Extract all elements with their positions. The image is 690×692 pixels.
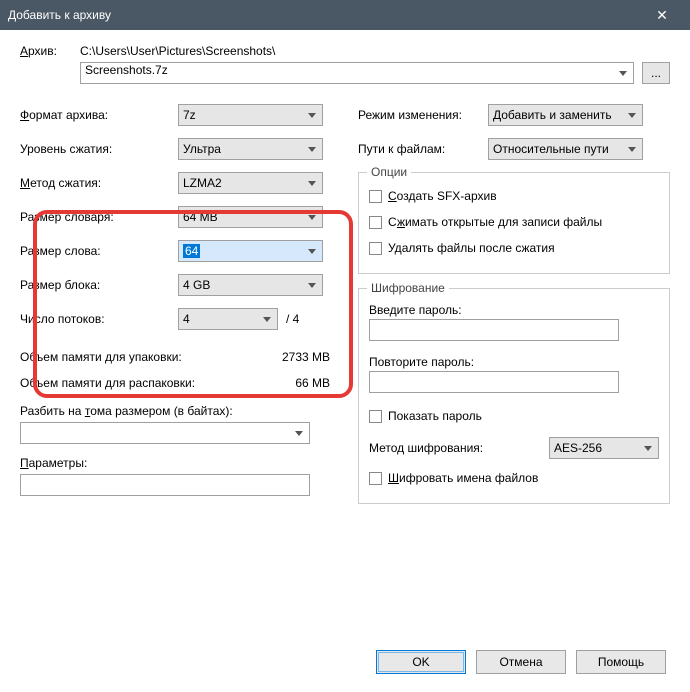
dialog-window: Добавить к архиву ✕ Архив: C:\Users\User… xyxy=(0,0,690,692)
shared-label: Сжимать открытые для записи файлы xyxy=(388,215,602,229)
method-combo[interactable]: LZMA2 xyxy=(178,172,323,194)
mem-pack-label: Объем памяти для упаковки: xyxy=(20,350,182,364)
window-title: Добавить к архиву xyxy=(8,8,642,22)
mem-unpack-label: Объем памяти для распаковки: xyxy=(20,376,195,390)
options-fieldset: Опции Создать SFX-архив Сжимать открытые… xyxy=(358,172,670,274)
right-column: Режим изменения: Добавить и заменить Пут… xyxy=(358,98,670,504)
format-label: Формат архива: xyxy=(20,108,178,122)
archive-label: Архив: xyxy=(20,44,80,58)
level-combo[interactable]: Ультра xyxy=(178,138,323,160)
threads-label: Число потоков: xyxy=(20,312,178,326)
button-row: OK Отмена Помощь xyxy=(376,650,666,674)
enc-method-label: Метод шифрования: xyxy=(369,441,483,455)
mode-combo[interactable]: Добавить и заменить xyxy=(488,104,643,126)
level-label: Уровень сжатия: xyxy=(20,142,178,156)
params-label: Параметры: xyxy=(20,456,330,470)
browse-button[interactable]: ... xyxy=(642,62,670,84)
password2-label: Повторите пароль: xyxy=(369,355,659,369)
word-combo[interactable]: 64 xyxy=(178,240,323,262)
method-label: Метод сжатия: xyxy=(20,176,178,190)
split-label: Разбить на тома размером (в байтах): xyxy=(20,404,330,418)
ok-button[interactable]: OK xyxy=(376,650,466,674)
password-label: Введите пароль: xyxy=(369,303,659,317)
archive-path: C:\Users\User\Pictures\Screenshots\ xyxy=(80,44,670,58)
enc-names-label: Шифровать имена файлов xyxy=(388,471,538,485)
left-column: Формат архива: 7z Уровень сжатия: Ультра… xyxy=(20,98,330,504)
block-label: Размер блока: xyxy=(20,278,178,292)
help-button[interactable]: Помощь xyxy=(576,650,666,674)
encryption-fieldset: Шифрование Введите пароль: Повторите пар… xyxy=(358,288,670,504)
paths-label: Пути к файлам: xyxy=(358,142,488,156)
password-input[interactable] xyxy=(369,319,619,341)
split-combo[interactable] xyxy=(20,422,310,444)
mem-unpack-value: 66 MB xyxy=(295,376,330,390)
shared-checkbox[interactable] xyxy=(369,216,382,229)
word-label: Размер слова: xyxy=(20,244,178,258)
mem-pack-value: 2733 MB xyxy=(282,350,330,364)
paths-combo[interactable]: Относительные пути xyxy=(488,138,643,160)
threads-max: / 4 xyxy=(286,312,299,326)
enc-names-checkbox[interactable] xyxy=(369,472,382,485)
format-combo[interactable]: 7z xyxy=(178,104,323,126)
archive-filename-input[interactable]: Screenshots.7z xyxy=(80,62,634,84)
mode-label: Режим изменения: xyxy=(358,108,488,122)
encryption-legend: Шифрование xyxy=(367,281,449,295)
password2-input[interactable] xyxy=(369,371,619,393)
dict-combo[interactable]: 64 MB xyxy=(178,206,323,228)
dict-label: Размер словаря: xyxy=(20,210,178,224)
cancel-button[interactable]: Отмена xyxy=(476,650,566,674)
titlebar: Добавить к архиву ✕ xyxy=(0,0,690,30)
delete-checkbox[interactable] xyxy=(369,242,382,255)
options-legend: Опции xyxy=(367,165,411,179)
sfx-checkbox[interactable] xyxy=(369,190,382,203)
sfx-label: Создать SFX-архив xyxy=(388,189,497,203)
show-password-checkbox[interactable] xyxy=(369,410,382,423)
params-input[interactable] xyxy=(20,474,310,496)
delete-label: Удалять файлы после сжатия xyxy=(388,241,555,255)
enc-method-combo[interactable]: AES-256 xyxy=(549,437,659,459)
show-password-label: Показать пароль xyxy=(388,409,482,423)
close-icon[interactable]: ✕ xyxy=(642,7,682,24)
block-combo[interactable]: 4 GB xyxy=(178,274,323,296)
threads-combo[interactable]: 4 xyxy=(178,308,278,330)
